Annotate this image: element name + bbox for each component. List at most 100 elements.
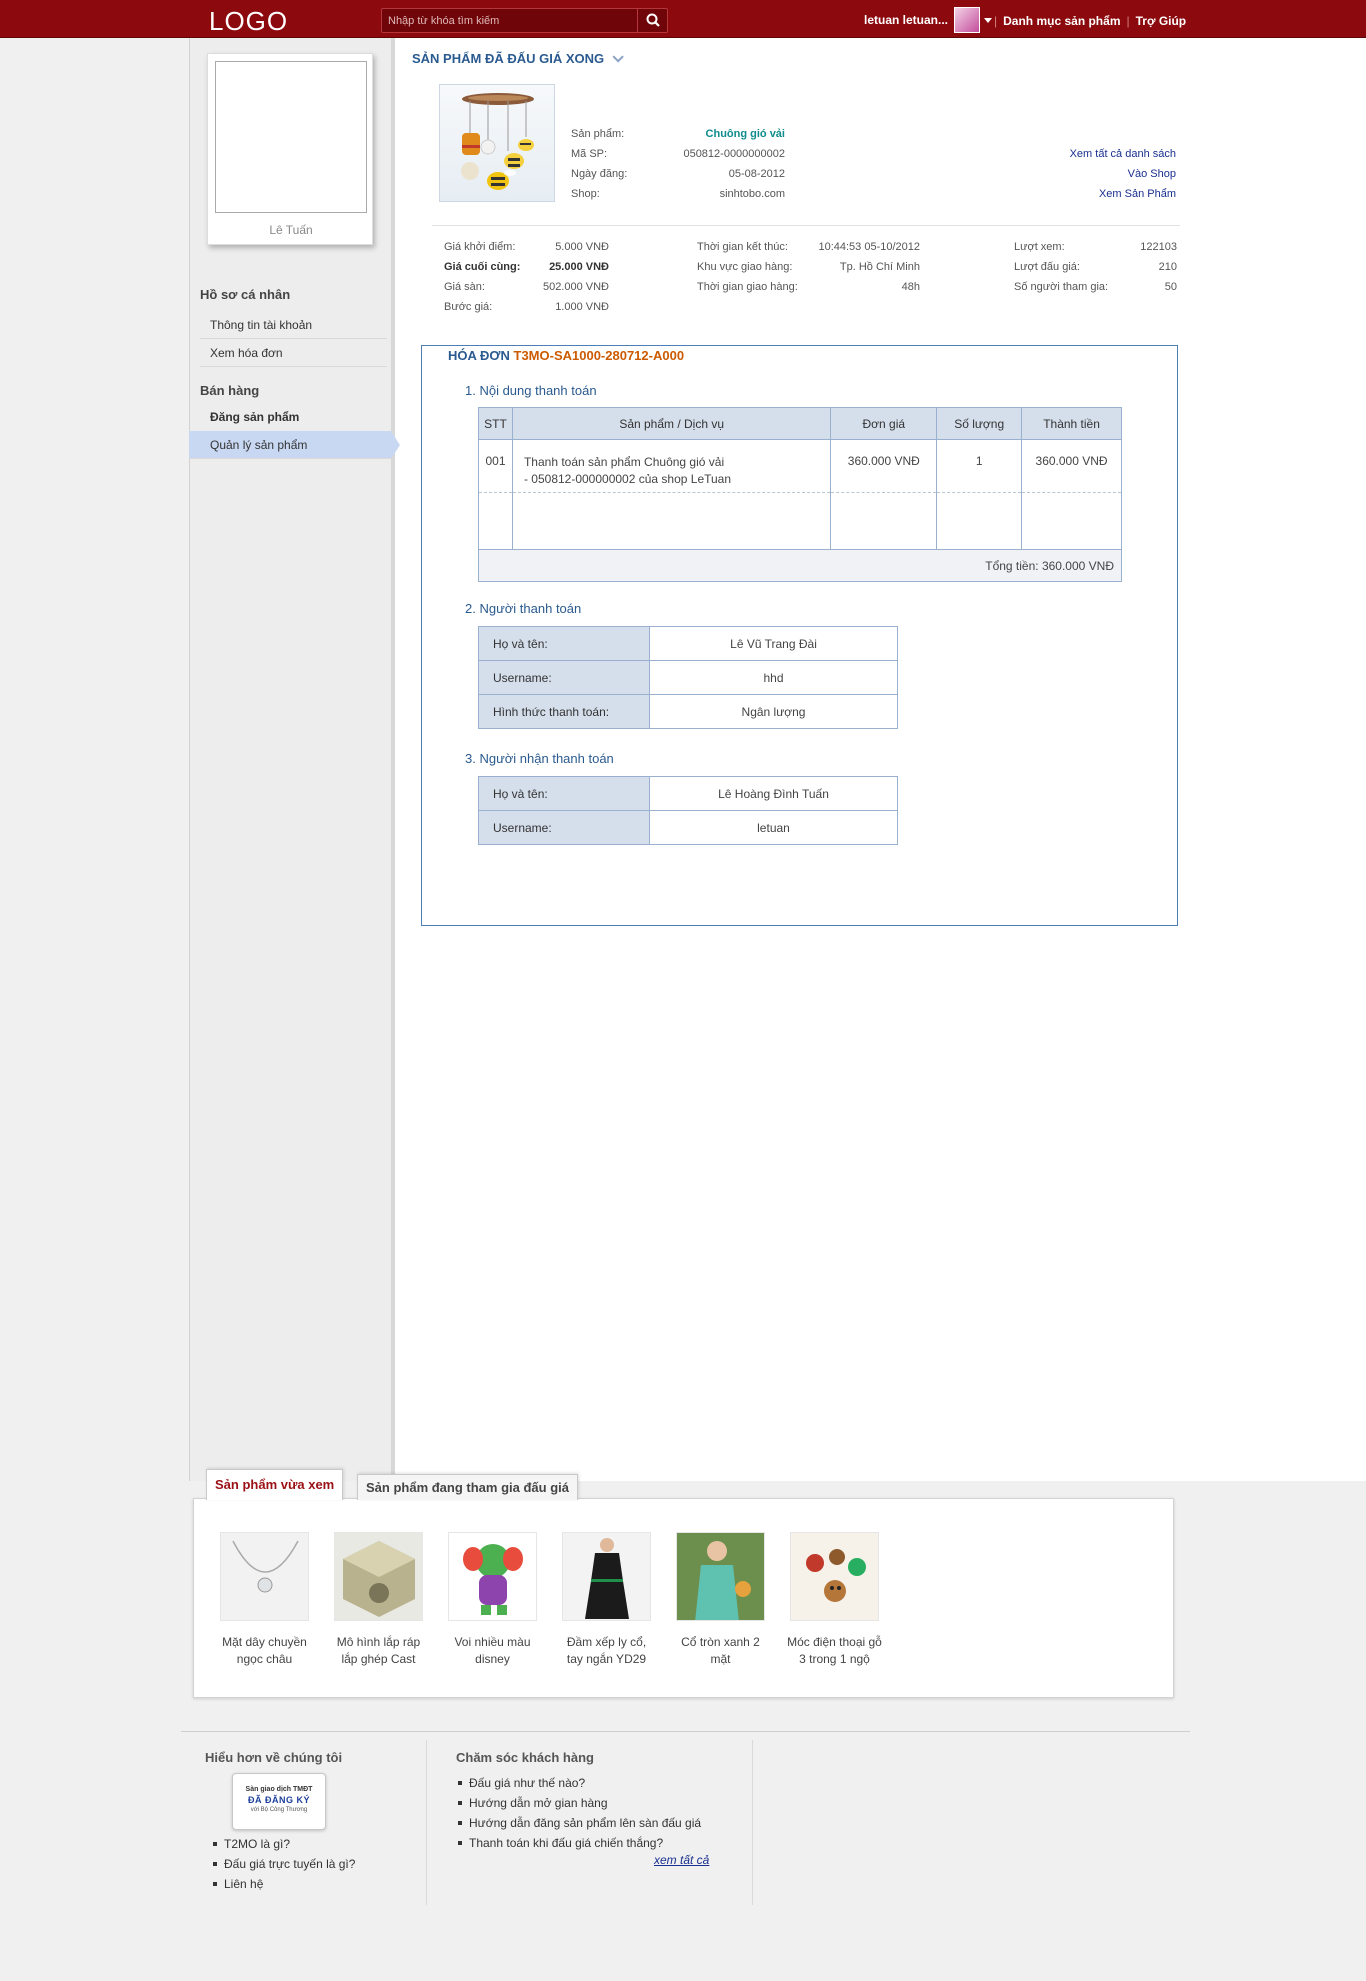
nav-link-help[interactable]: Trợ Giúp <box>1136 14 1187 28</box>
stat-final-price: Giá cuối cùng: 25.000 VNĐ <box>444 257 609 277</box>
phone-charm-image <box>791 1533 878 1620</box>
registration-badge[interactable]: Sàn giao dịch TMĐT ĐÃ ĐĂNG KÝ với Bộ Côn… <box>232 1773 326 1830</box>
visit-shop-link[interactable]: Vào Shop <box>1030 164 1176 184</box>
footer-support-links: Đấu giá như thế nào? Hướng dẫn mở gian h… <box>455 1773 701 1853</box>
table-row: Họ và tên: Lê Vũ Trang Đài <box>478 626 898 661</box>
payer-username-value: hhd <box>649 660 898 695</box>
logo[interactable]: LOGO <box>209 6 288 37</box>
stat-label: Lượt xem: <box>1014 241 1065 253</box>
column-header: Sản phẩm / Dịch vụ <box>511 407 832 440</box>
search-input[interactable] <box>388 12 628 30</box>
empty-cell <box>936 492 1023 550</box>
profile-name: Lê Tuấn <box>269 223 313 237</box>
footer-link[interactable]: Liên hệ <box>210 1874 355 1894</box>
see-all-link[interactable]: xem tất cả <box>654 1853 709 1867</box>
footer-link[interactable]: Thanh toán khi đấu giá chiến thắng? <box>455 1833 701 1853</box>
caption-line: Đầm xếp ly cổ, <box>566 1635 647 1649</box>
stat-end-time: Thời gian kết thúc: 10:44:53 05-10/2012 <box>697 237 920 257</box>
view-all-list-link[interactable]: Xem tất cả danh sách <box>1030 144 1176 164</box>
shop-row: Shop: sinhtobo.com <box>571 188 785 200</box>
receiver-table: Họ và tên: Lê Hoàng Đình Tuấn Username: … <box>478 776 898 845</box>
footer-link[interactable]: Đấu giá như thế nào? <box>455 1773 701 1793</box>
product-tile[interactable]: Móc điện thoại gỗ 3 trong 1 ngộ <box>777 1532 892 1668</box>
section-title[interactable]: SẢN PHẨM ĐÃ ĐẤU GIÁ XONG <box>412 50 624 66</box>
description-line: - 050812-000000002 của shop LeTuan <box>523 472 732 486</box>
search-box <box>381 8 668 33</box>
total-row: Tổng tiền: 360.000 VNĐ <box>478 549 1122 582</box>
stat-label: Thời gian kết thúc: <box>697 241 788 253</box>
receiver-heading: 3. Người nhận thanh toán <box>465 751 614 766</box>
payment-method-value: Ngân lượng <box>649 694 898 729</box>
footer-link[interactable]: Hướng dẫn mở gian hàng <box>455 1793 701 1813</box>
divider <box>432 225 1180 226</box>
tab-recently-viewed[interactable]: Sản phẩm vừa xem <box>206 1469 344 1500</box>
product-thumbnail[interactable] <box>448 1532 537 1621</box>
product-thumbnail[interactable] <box>790 1532 879 1621</box>
sidebar-divider <box>392 38 395 1481</box>
sidebar-item-manage-products[interactable]: Quản lý sản phẩm <box>189 431 400 459</box>
product-name-row: Sản phẩm: Chuông gió vải <box>571 128 785 140</box>
cell-description: Thanh toán sản phẩm Chuông gió vải - 050… <box>511 439 832 493</box>
product-tile[interactable]: Voi nhiều màu disney <box>435 1532 550 1668</box>
product-thumbnail[interactable] <box>676 1532 765 1621</box>
stat-value: 502.000 VNĐ <box>542 281 609 293</box>
footer-link[interactable]: T2MO là gì? <box>210 1834 355 1854</box>
product-name-value[interactable]: Chuông gió vải <box>706 128 785 140</box>
delivery-stats: Thời gian kết thúc: 10:44:53 05-10/2012 K… <box>697 237 920 297</box>
stat-value: 210 <box>1158 261 1177 273</box>
column-header: Số lượng <box>936 407 1023 440</box>
receiver-username-label: Username: <box>478 810 650 845</box>
payment-table: STT Sản phẩm / Dịch vụ Đơn giá Số lượng … <box>478 407 1122 582</box>
stat-price-step: Bước giá: 1.000 VNĐ <box>444 297 609 317</box>
stat-views: Lượt xem: 122103 <box>1014 237 1177 257</box>
post-date-label: Ngày đăng: <box>571 168 628 180</box>
product-tile[interactable]: Đầm xếp ly cổ, tay ngắn YD29 <box>549 1532 664 1668</box>
caption-line: Voi nhiều màu <box>454 1635 531 1649</box>
product-tile[interactable]: Cổ tròn xanh 2 mặt <box>663 1532 778 1668</box>
table-row: Họ và tên: Lê Hoàng Đình Tuấn <box>478 776 898 811</box>
stat-participants: Số người tham gia: 50 <box>1014 277 1177 297</box>
column-header: STT <box>478 407 513 440</box>
total-amount: Tổng tiền: 360.000 VNĐ <box>478 549 1122 582</box>
stat-delivery-time: Thời gian giao hàng: 48h <box>697 277 920 297</box>
necklace-image <box>221 1533 308 1620</box>
table-row: Hình thức thanh toán: Ngân lượng <box>478 694 898 729</box>
sidebar-item-account-info[interactable]: Thông tin tài khoản <box>200 311 387 339</box>
user-menu[interactable]: letuan letuan... <box>864 7 993 33</box>
invoice-title-prefix: HÓA ĐƠN <box>448 348 510 363</box>
badge-text: với Bộ Công Thương <box>250 1807 308 1813</box>
badge-text: ĐÃ ĐĂNG KÝ <box>247 1795 310 1805</box>
product-thumbnail[interactable] <box>220 1532 309 1621</box>
profile-photo[interactable] <box>215 61 367 213</box>
avatar <box>954 7 981 33</box>
search-button[interactable] <box>637 9 667 32</box>
payer-table: Họ và tên: Lê Vũ Trang Đài Username: hhd… <box>478 626 898 729</box>
separator: | <box>994 14 998 28</box>
caption-line: Cổ tròn xanh 2 <box>681 1635 760 1649</box>
footer-about-heading: Hiểu hơn về chúng tôi <box>205 1750 343 1765</box>
product-tile[interactable]: Mô hình lắp ráp lắp ghép Cast <box>321 1532 436 1668</box>
sidebar-item-view-invoices[interactable]: Xem hóa đơn <box>200 339 387 367</box>
stat-value: Tp. Hồ Chí Minh <box>839 261 920 273</box>
caption-line: tay ngắn YD29 <box>566 1652 647 1666</box>
receiver-name-label: Họ và tên: <box>478 776 650 811</box>
product-image[interactable] <box>439 84 555 202</box>
table-row: Username: hhd <box>478 660 898 695</box>
empty-cell <box>511 492 832 550</box>
receiver-username-value: letuan <box>649 810 898 845</box>
stat-value: 1.000 VNĐ <box>555 301 609 313</box>
product-thumbnail[interactable] <box>562 1532 651 1621</box>
tab-bidding-products[interactable]: Sản phẩm đang tham gia đấu giá <box>357 1474 578 1500</box>
product-thumbnail[interactable] <box>334 1532 423 1621</box>
view-product-link[interactable]: Xem Sản Phẩm <box>1030 184 1176 204</box>
product-tile[interactable]: Mặt dây chuyền ngọc châu <box>207 1532 322 1668</box>
product-caption: Đầm xếp ly cổ, tay ngắn YD29 <box>549 1634 664 1668</box>
nav-link-categories[interactable]: Danh mục sản phẩm <box>1003 14 1120 28</box>
caption-line: Mô hình lắp ráp <box>336 1635 421 1649</box>
footer-link[interactable]: Đấu giá trực tuyến là gì? <box>210 1854 355 1874</box>
stat-label: Thời gian giao hàng: <box>697 281 798 293</box>
stat-value: 48h <box>901 281 920 293</box>
sidebar-item-post-product[interactable]: Đăng sản phẩm <box>200 403 387 431</box>
caption-line: Mặt dây chuyền <box>222 1635 307 1649</box>
footer-link[interactable]: Hướng dẫn đăng sản phẩm lên sàn đấu giá <box>455 1813 701 1833</box>
